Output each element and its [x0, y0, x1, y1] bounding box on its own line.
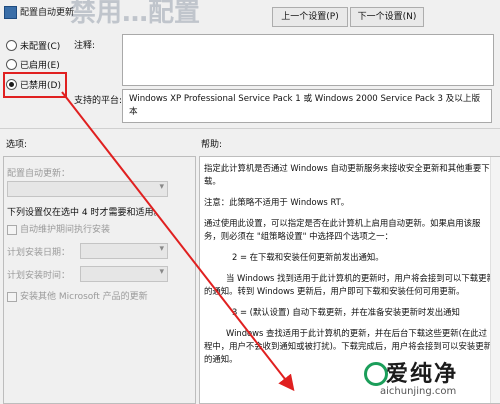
watermark-url: aichunjing.com	[380, 386, 457, 397]
annotation-arrow	[61, 91, 295, 392]
watermark-text: 爱纯净	[386, 362, 459, 387]
watermark-logo-icon	[364, 362, 388, 386]
arrow-line	[61, 91, 295, 392]
